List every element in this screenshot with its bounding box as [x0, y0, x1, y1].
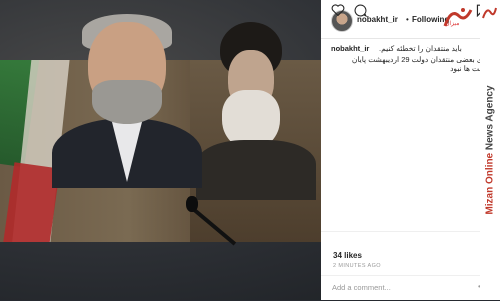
- logo-text: میزان: [445, 21, 460, 27]
- agency-logo-icon: [482, 7, 497, 19]
- caption-line-2: برای بعضی منتقدان دولت 29 اردیبهشت پایان…: [351, 55, 491, 73]
- separator-dot: •: [406, 15, 409, 24]
- heart-icon[interactable]: [331, 4, 345, 16]
- microphone-head: [186, 196, 198, 212]
- mizan-logo-icon: [443, 8, 473, 27]
- agency-name-part1: Mizan Online: [484, 152, 496, 215]
- agency-name: Mizan Online News Agency: [485, 85, 496, 214]
- instagram-panel: nobakht_ir • Following میزان nobakht_ir …: [321, 0, 494, 300]
- comment-icon[interactable]: [354, 4, 367, 17]
- caption-line-1: باید منتقدان را تخطئه کنیم.: [379, 44, 462, 53]
- post-timestamp: 2 MINUTES AGO: [333, 263, 381, 269]
- man-beard: [92, 80, 162, 124]
- comment-input[interactable]: Add a comment...: [332, 283, 391, 292]
- caption-username[interactable]: nobakht_ir: [331, 44, 369, 53]
- agency-name-part2: News Agency: [484, 85, 496, 153]
- likes-count[interactable]: 34 likes: [333, 251, 362, 260]
- portrait-robe: [196, 140, 316, 200]
- action-bar: [321, 231, 494, 250]
